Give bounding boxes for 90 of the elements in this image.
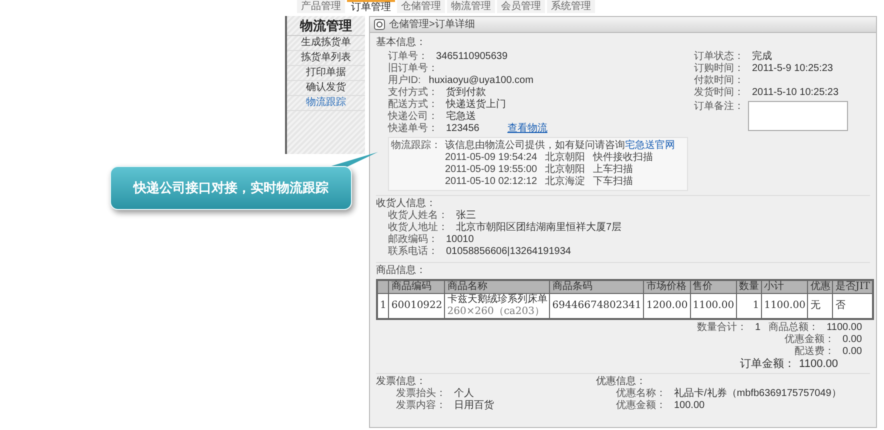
nav-tab[interactable]: 订单管理 [347, 0, 395, 13]
sidebar-item[interactable]: 拣货单列表 [287, 51, 365, 66]
tracking-place: 北京海淀 [545, 176, 586, 188]
column-header: 商品名称 [444, 280, 550, 294]
field-label: 订单号： [388, 51, 428, 62]
field-value: 2011-5-9 10:25:23 [752, 63, 833, 75]
column-header: 售价 [690, 280, 737, 294]
section-heading: 发票信息： [376, 376, 427, 388]
column-header: 商品编码 [388, 280, 445, 294]
sidebar-item[interactable]: 打印单据 [287, 66, 365, 81]
field-label: 订单金额： [740, 358, 796, 371]
field-label: 优惠金额： [784, 334, 835, 346]
field-label: 优惠名称： [616, 388, 666, 400]
field-label: 订单状态： [694, 51, 744, 62]
field-value: 北京市朝阳区团结湖南里恒祥大厦7层 [456, 222, 622, 234]
field-value: 张三 [456, 210, 476, 222]
field-value: 完成 [752, 51, 772, 63]
field-label: 订单备注： [694, 101, 744, 113]
field-value: 快递送货上门 [446, 99, 506, 110]
section-heading: 优惠信息： [596, 376, 647, 388]
nav-tab[interactable]: 会员管理 [497, 0, 545, 13]
field-value: 2011-5-10 10:25:23 [752, 87, 839, 99]
tracking-status: 下车扫描 [593, 176, 634, 188]
field-label: 支付方式： [388, 87, 438, 98]
field-label: 发货时间： [694, 87, 744, 99]
field-value: 3465110905639 [436, 51, 508, 63]
field-label: 物流跟踪： [391, 140, 441, 153]
tracking-status: 快件接收扫描 [593, 152, 654, 164]
section-heading: 商品信息： [376, 265, 427, 277]
field-value: 1100.00 [826, 322, 862, 334]
sidebar-item[interactable]: 生成拣货单 [287, 36, 365, 51]
field-value: 1100.00 [799, 358, 838, 371]
section-heading: 收货人信息： [376, 198, 436, 209]
breadcrumb: 仓储管理>订单详细 [389, 18, 475, 30]
field-label: 联系电话： [388, 246, 438, 258]
column-header: 市场价格 [644, 280, 690, 294]
column-header: 是否JIT [832, 280, 874, 294]
field-label: 付款时间： [694, 75, 744, 86]
tracking-status: 上车扫描 [593, 164, 634, 176]
field-value: 0.00 [842, 334, 862, 346]
tracking-time: 2011-05-10 02:12:12 [445, 176, 538, 188]
field-value: 个人 [454, 388, 474, 400]
callout: 快递公司接口对接，实时物流跟踪 [110, 166, 352, 210]
field-value: 1 [755, 322, 761, 334]
field-label: 邮政编码： [388, 234, 438, 246]
view-tracking-link[interactable]: 查看物流 [507, 123, 548, 135]
column-header: 小计 [762, 280, 808, 294]
field-value: 货到付款 [446, 87, 486, 98]
tracking-place: 北京朝阳 [545, 152, 586, 164]
tracking-note: 该信息由物流公司提供，如有疑问请咨询 [445, 140, 625, 151]
field-label: 快递公司： [388, 111, 438, 122]
sidebar-item[interactable]: 确认发货 [287, 81, 365, 96]
nav-tab[interactable]: 产品管理 [297, 0, 345, 13]
table-cell: 卡兹天鹅绒珍系列床单 260×260（ca203） [444, 294, 550, 319]
field-value: 0.00 [842, 346, 862, 358]
column-header: 商品条码 [550, 280, 644, 294]
field-label: 发票抬头： [396, 388, 446, 400]
field-value: huxiaoyu@uya100.com [428, 75, 534, 87]
tracking-time: 2011-05-09 19:54:24 [445, 152, 538, 164]
field-value: 123456 [446, 123, 480, 135]
field-label: 配送方式： [388, 99, 438, 110]
nav-tab[interactable]: 物流管理 [447, 0, 495, 13]
field-value: 礼品卡/礼券（mbfb6369175757049） [674, 388, 842, 400]
field-value: 宅急送 [446, 111, 476, 123]
nav-tab[interactable]: 仓储管理 [397, 0, 445, 13]
field-label: 商品总额： [768, 322, 819, 334]
nav-tab[interactable]: 系统管理 [547, 0, 595, 13]
field-value: 10010 [446, 234, 474, 246]
field-label: 优惠金额： [616, 400, 666, 412]
field-label: 快递单号： [388, 123, 438, 135]
sidebar-title: 物流管理 [300, 20, 352, 32]
field-value: 01058856606|13264191934 [446, 246, 571, 258]
field-label: 旧订单号： [388, 63, 438, 74]
field-value: 日用百货 [454, 400, 494, 412]
field-label: 收货人地址： [388, 222, 448, 234]
field-label: 用户ID: [388, 75, 421, 86]
field-label: 发票内容： [396, 400, 446, 412]
tracking-place: 北京朝阳 [545, 164, 586, 176]
field-label: 收货人姓名： [388, 210, 448, 222]
remark-field[interactable] [748, 101, 848, 131]
field-label: 配送费： [794, 346, 835, 358]
courier-website-link[interactable]: 宅急送官网 [625, 140, 675, 151]
field-label: 订购时间： [694, 63, 744, 74]
column-header: 优惠 [808, 280, 833, 294]
sidebar-item[interactable]: 物流跟踪 [287, 96, 365, 111]
section-heading: 基本信息： [376, 37, 427, 49]
column-header: 数量 [736, 280, 762, 294]
field-value: 100.00 [674, 400, 705, 412]
tracking-time: 2011-05-09 19:55:00 [445, 164, 538, 176]
field-label: 数量合计： [697, 322, 748, 334]
